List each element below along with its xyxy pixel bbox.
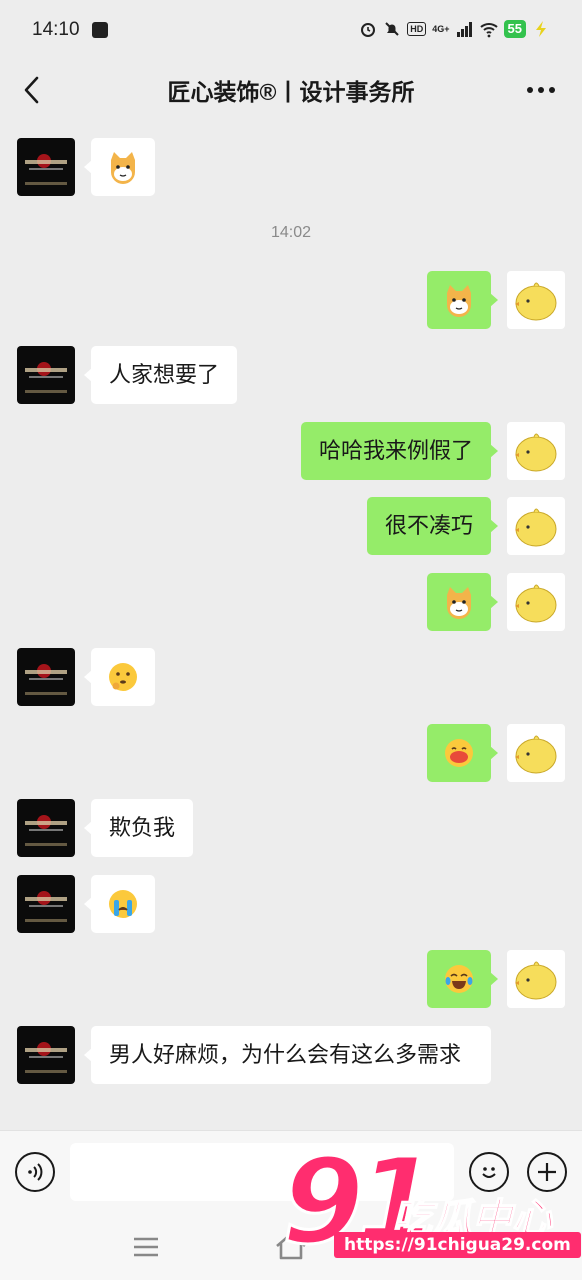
menu-icon[interactable] xyxy=(132,1234,160,1260)
doge-cat-emoji-icon xyxy=(447,285,471,317)
message-row xyxy=(0,950,582,1008)
network-type: 4G+ xyxy=(432,23,450,34)
watermark-url: https://91chigua29.com xyxy=(334,1232,581,1258)
app-notification-icon xyxy=(92,22,108,38)
message-bubble[interactable]: 欺负我 xyxy=(83,799,194,857)
crying-face-emoji-icon xyxy=(109,890,137,918)
more-options-button[interactable] xyxy=(522,76,560,104)
signal-icon xyxy=(456,22,472,37)
message-bubble[interactable] xyxy=(427,950,498,1008)
timestamp: 14:02 xyxy=(270,224,312,241)
message-row xyxy=(0,875,582,933)
chat-header: 匠心装饰®丨设计事务所 xyxy=(0,62,582,120)
chick-avatar-icon xyxy=(515,282,557,321)
more-dots-icon xyxy=(527,87,555,93)
tears-of-joy-face-emoji-icon xyxy=(445,965,473,993)
status-time: 14:10 xyxy=(32,19,80,40)
message-row xyxy=(0,138,582,196)
message-row xyxy=(0,724,582,782)
message-row xyxy=(0,271,582,329)
status-bar: 14:10 HD 4G+ 55 xyxy=(0,0,582,62)
message-row: 人家想要了 xyxy=(0,346,582,404)
contact-avatar[interactable] xyxy=(17,799,75,857)
thinking-face-emoji-icon xyxy=(109,663,137,691)
message-list[interactable]: 14:02 人家想要了 哈哈我来例假了 很不凑巧 欺负我 男人好麻烦，为什么会有… xyxy=(0,120,582,1130)
doge-cat-emoji-icon xyxy=(111,152,135,184)
message-row: 男人好麻烦，为什么会有这么多需求 xyxy=(0,1026,582,1112)
back-button[interactable] xyxy=(14,72,48,108)
message-row: 欺负我 xyxy=(0,799,582,857)
message-bubble[interactable] xyxy=(427,724,498,782)
charging-icon xyxy=(536,21,546,37)
message-bubble[interactable] xyxy=(84,648,155,706)
contact-avatar[interactable] xyxy=(17,875,75,933)
my-avatar[interactable] xyxy=(507,271,565,329)
watermark-logo: 91 吃瓜中心 https://91chigua29.com xyxy=(280,1141,582,1280)
message-row xyxy=(0,573,582,631)
message-bubble[interactable] xyxy=(84,138,155,196)
voice-wave-icon xyxy=(28,1163,43,1181)
chat-title: 匠心装饰®丨设计事务所 xyxy=(167,79,415,105)
message-bubble[interactable]: 哈哈我来例假了 xyxy=(300,422,499,480)
battery-level: 55 xyxy=(503,20,526,38)
my-avatar[interactable] xyxy=(507,422,565,480)
status-icons: HD 4G+ 55 xyxy=(359,20,550,38)
chick-avatar-icon xyxy=(515,961,557,1000)
my-avatar[interactable] xyxy=(507,950,565,1008)
hd-badge: HD xyxy=(407,22,427,36)
chick-avatar-icon xyxy=(515,735,557,774)
doge-cat-emoji-icon xyxy=(447,587,471,619)
message-row: 很不凑巧 xyxy=(0,497,582,555)
message-bubble[interactable]: 人家想要了 xyxy=(83,346,238,404)
chevron-left-icon xyxy=(24,76,39,104)
chick-avatar-icon xyxy=(515,584,557,623)
alarm-icon xyxy=(361,23,376,37)
message-bubble[interactable] xyxy=(84,875,155,933)
my-avatar[interactable] xyxy=(507,497,565,555)
message-bubble[interactable]: 男人好麻烦，为什么会有这么多需求 xyxy=(84,1026,491,1084)
mute-bell-icon xyxy=(385,22,399,36)
contact-avatar[interactable] xyxy=(17,1026,75,1084)
blushing-face-emoji-icon xyxy=(445,739,473,767)
voice-input-button[interactable] xyxy=(15,1152,55,1192)
message-bubble[interactable] xyxy=(427,573,498,631)
message-row xyxy=(0,648,582,706)
message-bubble[interactable] xyxy=(427,271,498,329)
contact-avatar[interactable] xyxy=(17,648,75,706)
my-avatar[interactable] xyxy=(507,573,565,631)
wifi-icon xyxy=(479,23,498,38)
chick-avatar-icon xyxy=(515,433,557,472)
chick-avatar-icon xyxy=(515,508,557,547)
message-bubble[interactable]: 很不凑巧 xyxy=(366,497,499,555)
contact-avatar[interactable] xyxy=(17,138,75,196)
contact-avatar[interactable] xyxy=(17,346,75,404)
message-row: 哈哈我来例假了 xyxy=(0,422,582,480)
my-avatar[interactable] xyxy=(507,724,565,782)
